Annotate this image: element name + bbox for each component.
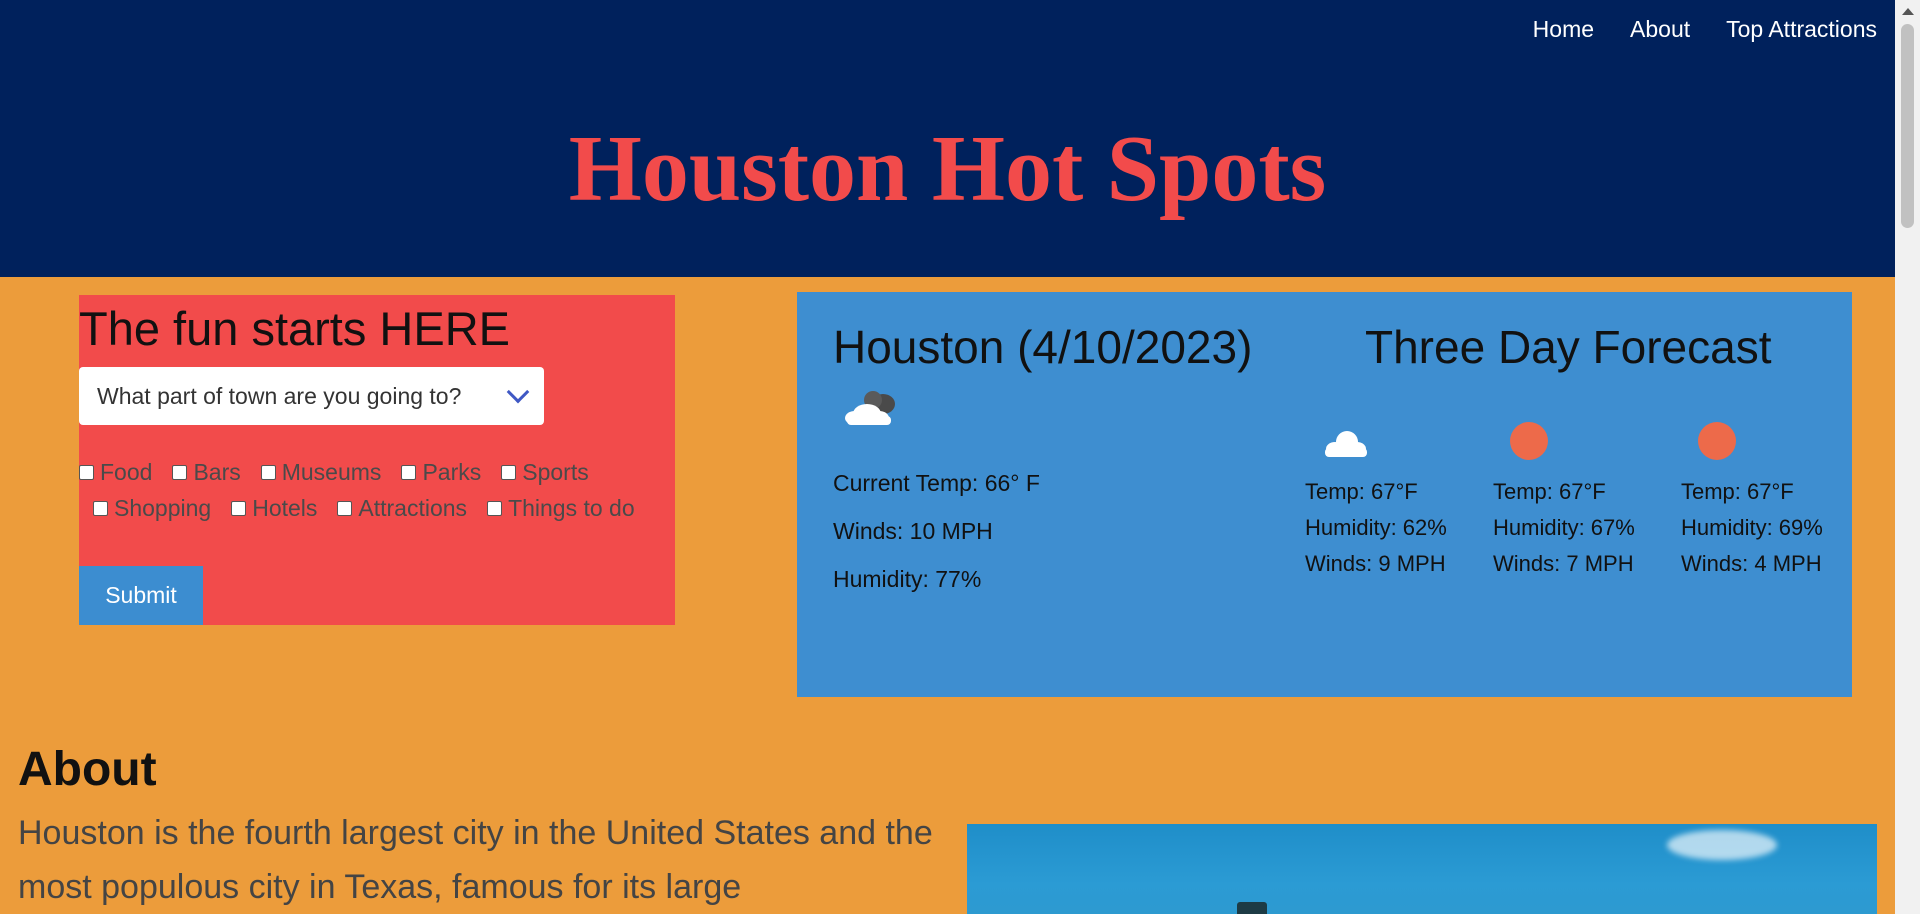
forecast-day-3: Temp: 67°F Humidity: 69% Winds: 4 MPH	[1681, 412, 1861, 582]
forecast-temp: Temp: 67°F	[1681, 479, 1794, 504]
checkbox-label: Hotels	[252, 495, 318, 521]
nav-about-link[interactable]: About	[1630, 16, 1690, 43]
forecast-winds: Winds: 9 MPH	[1305, 551, 1446, 576]
checkbox-label: Shopping	[114, 495, 212, 521]
forecast-humidity: Humidity: 67%	[1493, 515, 1635, 540]
forecast-title: Three Day Forecast	[1365, 321, 1772, 373]
forecast-winds: Winds: 4 MPH	[1681, 551, 1822, 576]
category-food[interactable]: Food	[79, 459, 152, 486]
checkbox-label: Food	[100, 459, 153, 485]
page: Home About Top Attractions Houston Hot S…	[0, 0, 1895, 914]
current-humidity: Humidity: 77%	[833, 566, 982, 592]
checkbox[interactable]	[79, 465, 94, 480]
nav-home-link[interactable]: Home	[1533, 16, 1594, 43]
checkbox[interactable]	[231, 501, 247, 516]
category-things-to-do[interactable]: Things to do	[487, 495, 635, 522]
category-row-2: Shopping Hotels Attractions Things to do	[93, 495, 655, 522]
site-header: Home About Top Attractions Houston Hot S…	[0, 0, 1895, 277]
checkbox-label: Museums	[281, 459, 382, 485]
top-nav: Home About Top Attractions	[1533, 16, 1877, 43]
category-hotels[interactable]: Hotels	[231, 495, 317, 522]
forecast-temp: Temp: 67°F	[1305, 479, 1418, 504]
category-row-1: Food Bars Museums Parks Sports	[79, 459, 609, 486]
sun-icon	[1681, 412, 1861, 474]
checkbox[interactable]	[172, 465, 188, 480]
category-attractions[interactable]: Attractions	[337, 495, 467, 522]
category-shopping[interactable]: Shopping	[93, 495, 211, 522]
checkbox-label: Parks	[422, 459, 482, 485]
forecast-winds: Winds: 7 MPH	[1493, 551, 1634, 576]
checkbox[interactable]	[401, 465, 417, 480]
current-temp: Current Temp: 66° F	[833, 470, 1040, 496]
submit-button[interactable]: Submit	[79, 566, 203, 625]
category-museums[interactable]: Museums	[260, 459, 382, 486]
part-of-town-dropdown[interactable]: What part of town are you going to?	[79, 367, 544, 425]
checkbox-label: Bars	[193, 459, 241, 485]
category-sports[interactable]: Sports	[501, 459, 589, 486]
scroll-up-arrow-icon[interactable]	[1902, 8, 1914, 15]
chevron-down-icon	[506, 380, 530, 404]
forecast-humidity: Humidity: 62%	[1305, 515, 1447, 540]
site-title: Houston Hot Spots	[568, 117, 1327, 221]
checkbox[interactable]	[260, 465, 276, 480]
forecast-humidity: Humidity: 69%	[1681, 515, 1823, 540]
checkbox[interactable]	[501, 465, 517, 480]
vertical-scrollbar[interactable]	[1895, 0, 1920, 914]
city-date-heading: Houston (4/10/2023)	[833, 321, 1253, 373]
about-text: Houston is the fourth largest city in th…	[18, 814, 933, 906]
category-bars[interactable]: Bars	[172, 459, 241, 486]
checkbox[interactable]	[487, 501, 503, 516]
current-winds: Winds: 10 MPH	[833, 518, 993, 544]
forecast-day-1: Temp: 67°F Humidity: 62% Winds: 9 MPH	[1305, 412, 1485, 582]
cloud-icon	[843, 388, 903, 433]
checkbox[interactable]	[337, 501, 353, 516]
houston-skyline-image	[967, 824, 1877, 914]
scroll-thumb[interactable]	[1901, 24, 1914, 228]
forecast-temp: Temp: 67°F	[1493, 479, 1606, 504]
forecast-day-2: Temp: 67°F Humidity: 67% Winds: 7 MPH	[1493, 412, 1673, 582]
about-heading: About	[18, 743, 157, 796]
weather-card: Houston (4/10/2023) Three Day Forecast C…	[797, 292, 1852, 697]
search-title: The fun starts HERE	[79, 302, 510, 355]
nav-top-attractions-link[interactable]: Top Attractions	[1726, 16, 1877, 43]
cloud-icon	[1305, 412, 1485, 474]
dropdown-placeholder: What part of town are you going to?	[97, 382, 462, 409]
sun-icon	[1493, 412, 1673, 474]
checkbox-label: Attractions	[358, 495, 468, 521]
category-parks[interactable]: Parks	[401, 459, 481, 486]
checkbox-label: Sports	[522, 459, 589, 485]
checkbox[interactable]	[93, 501, 108, 516]
checkbox-label: Things to do	[508, 495, 635, 521]
